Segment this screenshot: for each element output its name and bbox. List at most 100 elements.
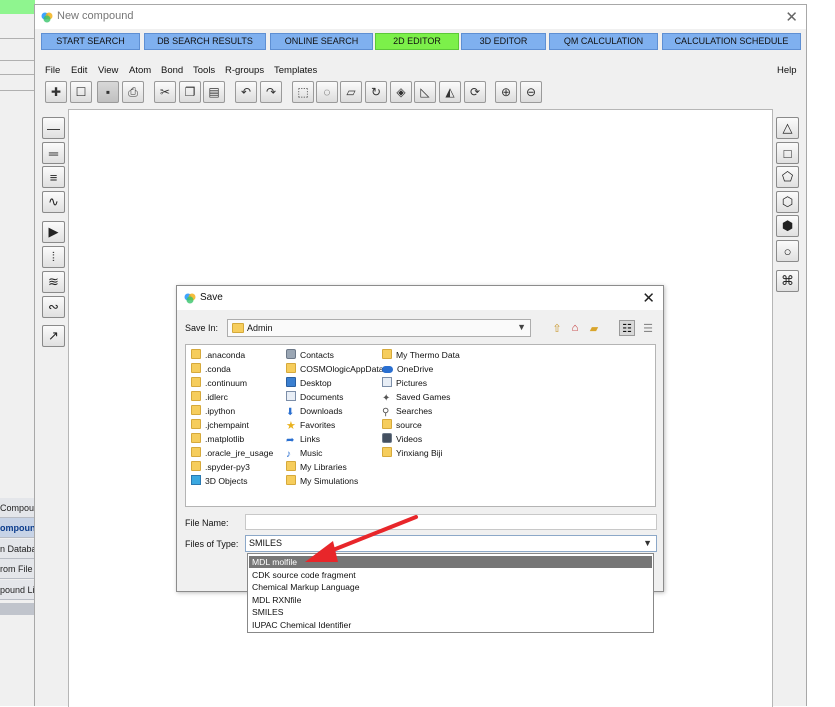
single-bond-icon[interactable]: — (42, 117, 65, 139)
any-bond-icon[interactable]: ∿ (42, 191, 65, 213)
list-item[interactable]: OneDrive (382, 362, 433, 376)
undefined-bond-icon[interactable]: ∾ (42, 296, 65, 318)
template-icon[interactable]: ⌘ (776, 270, 799, 292)
dialog-close-icon[interactable]: ✕ (642, 289, 655, 307)
list-item[interactable]: .conda (191, 362, 231, 376)
flip-horizontal-icon[interactable]: ◺ (414, 81, 436, 103)
menu-atom[interactable]: Atom (129, 65, 151, 76)
triangle-ring-icon[interactable]: △ (776, 117, 799, 139)
menu-tools[interactable]: Tools (193, 65, 215, 76)
list-item[interactable]: Yinxiang Biji (382, 446, 443, 460)
eraser-icon[interactable]: ▱ (340, 81, 362, 103)
rotate-icon[interactable]: ↻ (365, 81, 387, 103)
details-view-icon[interactable]: ☰ (640, 320, 656, 336)
menu-templates[interactable]: Templates (274, 65, 317, 76)
octagon-ring-icon[interactable]: ○ (776, 240, 799, 262)
select-icon[interactable]: ⬚ (292, 81, 314, 103)
lasso-icon[interactable]: ◌ (316, 81, 338, 103)
triple-bond-icon[interactable]: ≡ (42, 166, 65, 188)
file-type-option[interactable]: IUPAC Chemical Identifier (249, 619, 652, 631)
print-icon[interactable]: ⎙ (122, 81, 144, 103)
flip-vertical-icon[interactable]: ◭ (439, 81, 461, 103)
files-of-type-select[interactable]: SMILES ▼ (245, 535, 657, 552)
list-item[interactable]: ⚲ Searches (382, 404, 432, 418)
list-item[interactable]: Desktop (286, 376, 332, 390)
list-item[interactable]: Contacts (286, 348, 334, 362)
list-item[interactable]: Pictures (382, 376, 427, 390)
tab-start-search[interactable]: START SEARCH (41, 33, 140, 50)
file-type-option[interactable]: MDL RXNfile (249, 594, 652, 606)
file-type-option[interactable]: MDL molfile (249, 556, 652, 569)
chain-icon[interactable]: ↗ (42, 325, 65, 347)
zoom-out-icon[interactable]: ⊖ (520, 81, 542, 103)
menu-view[interactable]: View (98, 65, 118, 76)
window-close-icon[interactable]: ✕ (785, 8, 798, 26)
list-item[interactable]: My Simulations (286, 474, 358, 488)
hash-bond-icon[interactable]: ⦙ (42, 246, 65, 268)
list-item[interactable]: My Libraries (286, 460, 347, 474)
bg-sidebar-item-compound-active[interactable]: ompoun (0, 518, 35, 538)
paste-icon[interactable]: ▤ (203, 81, 225, 103)
zoom-in-icon[interactable]: ⊕ (495, 81, 517, 103)
rotate-3d-icon[interactable]: ◈ (390, 81, 412, 103)
file-type-option[interactable]: SMILES (249, 606, 652, 618)
file-type-option[interactable]: Chemical Markup Language (249, 581, 652, 593)
redo-icon[interactable]: ↷ (260, 81, 282, 103)
list-item[interactable]: .matplotlib (191, 432, 244, 446)
list-item[interactable]: .jchempaint (191, 418, 249, 432)
tab-2d-editor[interactable]: 2D EDITOR (375, 33, 459, 50)
new-folder-icon[interactable]: ▰ (586, 320, 602, 336)
list-item[interactable]: ➦ Links (286, 432, 320, 446)
wedge-bond-icon[interactable]: ▶ (42, 221, 65, 243)
pentagon-ring-icon[interactable]: ⬠ (776, 166, 799, 188)
file-name-field[interactable] (245, 514, 657, 530)
open-icon[interactable]: ☐ (70, 81, 92, 103)
list-item[interactable]: .oracle_jre_usage (191, 446, 273, 460)
list-item[interactable]: ♪ Music (286, 446, 322, 460)
home-icon[interactable]: ⌂ (567, 320, 583, 336)
double-bond-icon[interactable]: ═ (42, 142, 65, 164)
menu-help[interactable]: Help (777, 65, 797, 76)
list-item[interactable]: .continuum (191, 376, 247, 390)
square-ring-icon[interactable]: □ (776, 142, 799, 164)
tab-qm-calculation[interactable]: QM CALCULATION (549, 33, 658, 50)
save-in-select[interactable]: Admin ▼ (227, 319, 531, 337)
benzene-ring-icon[interactable]: ⬢ (776, 215, 799, 237)
wavy-bond-icon[interactable]: ≋ (42, 271, 65, 293)
list-item[interactable]: .anaconda (191, 348, 245, 362)
file-type-option[interactable]: CDK source code fragment (249, 569, 652, 581)
menu-bond[interactable]: Bond (161, 65, 183, 76)
list-item[interactable]: Videos (382, 432, 422, 446)
menu-r-groups[interactable]: R-groups (225, 65, 264, 76)
menu-file[interactable]: File (45, 65, 60, 76)
list-item[interactable]: .idlerc (191, 390, 228, 404)
list-item[interactable]: COSMOlogicAppData (286, 362, 384, 376)
list-item[interactable]: source (382, 418, 422, 432)
tab-3d-editor[interactable]: 3D EDITOR (461, 33, 546, 50)
file-list[interactable]: .anaconda .conda .continuum .idlerc .ipy… (185, 344, 656, 507)
bg-sidebar-item-database[interactable]: n Databas (0, 539, 35, 559)
undo-icon[interactable]: ↶ (235, 81, 257, 103)
tab-db-search-results[interactable]: DB SEARCH RESULTS (144, 33, 266, 50)
new-icon[interactable]: ✚ (45, 81, 67, 103)
list-item[interactable]: Documents (286, 390, 343, 404)
tab-online-search[interactable]: ONLINE SEARCH (270, 33, 373, 50)
list-item[interactable]: 3D Objects (191, 474, 248, 488)
save-icon[interactable]: ▪ (97, 81, 119, 103)
list-view-icon[interactable]: ☷ (619, 320, 635, 336)
hexagon-ring-icon[interactable]: ⬡ (776, 191, 799, 213)
list-item[interactable]: ⬇ Downloads (286, 404, 343, 418)
list-item[interactable]: .spyder-py3 (191, 460, 250, 474)
up-folder-icon[interactable]: ⇧ (549, 320, 565, 336)
list-item[interactable]: ★ Favorites (286, 418, 335, 432)
tab-calculation-schedule[interactable]: CALCULATION SCHEDULE (662, 33, 801, 50)
copy-icon[interactable]: ❐ (179, 81, 201, 103)
cleanup-icon[interactable]: ⟳ (464, 81, 486, 103)
bg-sidebar-item-compound-list[interactable]: pound Lis (0, 580, 35, 600)
bg-sidebar-item-from-file[interactable]: rom File (0, 559, 35, 579)
list-item[interactable]: .ipython (191, 404, 235, 418)
bg-sidebar-item-compound[interactable]: Compou (0, 498, 35, 518)
list-item[interactable]: ✦ Saved Games (382, 390, 450, 404)
list-item[interactable]: My Thermo Data (382, 348, 460, 362)
menu-edit[interactable]: Edit (71, 65, 87, 76)
